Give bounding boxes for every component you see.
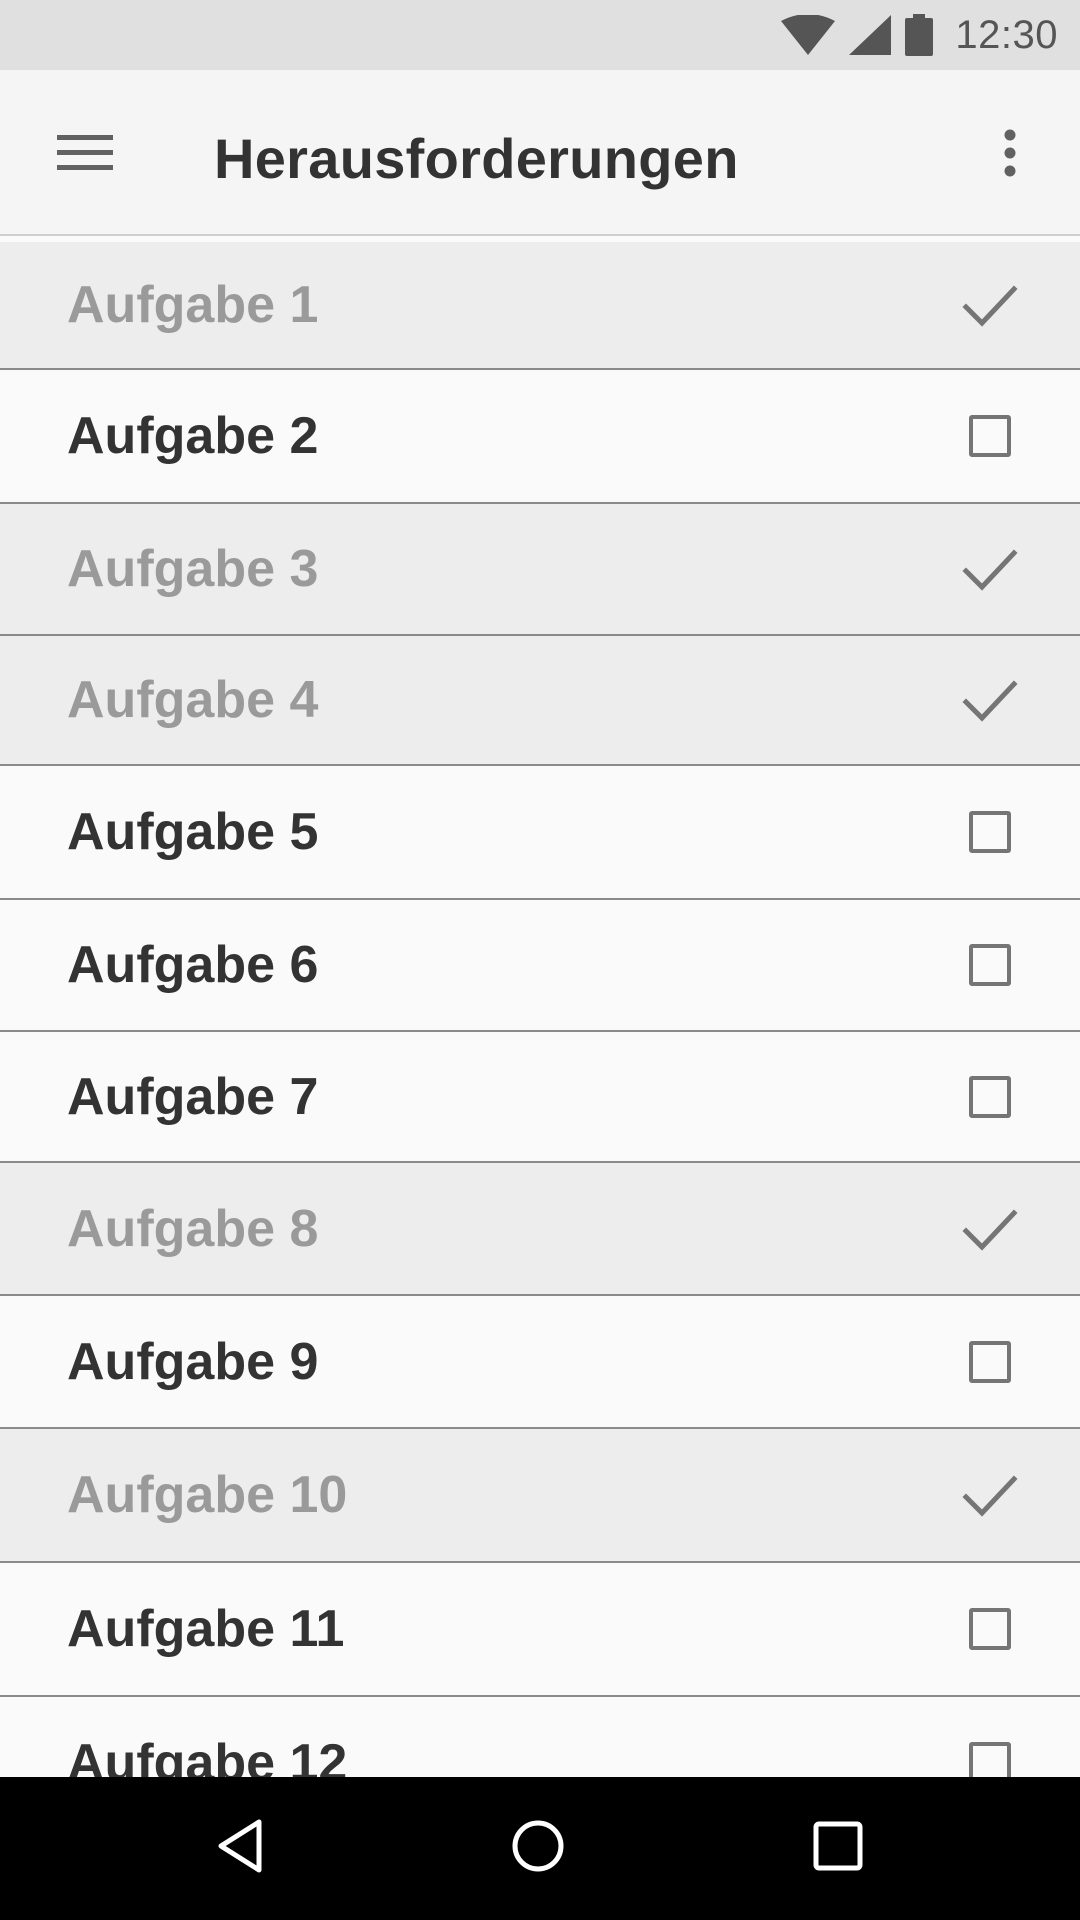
task-label: Aufgabe 5	[67, 803, 319, 861]
wifi-icon	[781, 15, 836, 55]
task-label: Aufgabe 6	[67, 936, 319, 994]
menu-button[interactable]	[40, 110, 130, 200]
hamburger-menu-icon	[57, 133, 113, 178]
status-time: 12:30	[955, 12, 1058, 57]
task-row[interactable]: Aufgabe 3	[0, 504, 1080, 636]
task-row[interactable]: Aufgabe 10	[0, 1429, 1080, 1563]
task-row[interactable]: Aufgabe 11	[0, 1563, 1080, 1697]
battery-icon	[905, 14, 934, 56]
task-row[interactable]: Aufgabe 4	[0, 636, 1080, 766]
task-row[interactable]: Aufgabe 1	[0, 242, 1080, 370]
home-icon	[510, 1818, 566, 1879]
task-row[interactable]: Aufgabe 2	[0, 370, 1080, 504]
task-list[interactable]: Aufgabe 1 Aufgabe 2 Aufgabe 3 Aufgabe 4 Aufg…	[0, 242, 1080, 1777]
navigation-bar	[0, 1777, 1080, 1920]
checkbox-empty-icon	[969, 1075, 1011, 1118]
checkbox-empty-icon	[969, 944, 1011, 986]
cell-signal-icon	[849, 15, 892, 55]
check-icon[interactable]	[960, 275, 1020, 335]
task-row[interactable]: Aufgabe 5	[0, 766, 1080, 900]
check-icon[interactable]	[960, 1465, 1020, 1525]
recents-button[interactable]	[768, 1777, 908, 1920]
back-button[interactable]	[170, 1777, 310, 1920]
checkbox-empty-icon	[969, 1608, 1011, 1650]
check-icon[interactable]	[960, 670, 1020, 730]
back-icon	[215, 1818, 265, 1879]
checkbox-empty-icon	[969, 811, 1011, 853]
checkbox[interactable]	[960, 802, 1020, 862]
more-vert-icon	[1003, 129, 1017, 182]
task-label: Aufgabe 3	[67, 540, 319, 598]
checkbox[interactable]	[960, 1733, 1020, 1777]
page-title: Herausforderungen	[214, 127, 739, 190]
task-label: Aufgabe 1	[67, 276, 319, 334]
task-row[interactable]: Aufgabe 7	[0, 1032, 1080, 1163]
status-icons: 12:30	[781, 0, 1058, 70]
checkbox[interactable]	[960, 935, 1020, 995]
task-label: Aufgabe 2	[67, 407, 319, 465]
task-label: Aufgabe 9	[67, 1332, 319, 1391]
task-row[interactable]: Aufgabe 8	[0, 1163, 1080, 1296]
checkbox[interactable]	[960, 1599, 1020, 1659]
task-label: Aufgabe 11	[67, 1600, 345, 1658]
checkbox[interactable]	[960, 1332, 1020, 1392]
checkbox[interactable]	[960, 406, 1020, 466]
task-row[interactable]: Aufgabe 12	[0, 1697, 1080, 1777]
check-icon[interactable]	[960, 1199, 1020, 1259]
task-label: Aufgabe 12	[67, 1734, 348, 1777]
task-label: Aufgabe 8	[67, 1199, 319, 1258]
task-label: Aufgabe 10	[67, 1466, 348, 1524]
recents-icon	[813, 1821, 863, 1876]
checkbox-empty-icon	[969, 415, 1011, 457]
task-row[interactable]: Aufgabe 9	[0, 1296, 1080, 1429]
app-toolbar: Herausforderungen	[0, 70, 1080, 236]
checkbox-empty-icon	[969, 1340, 1011, 1383]
checkbox[interactable]	[960, 1067, 1020, 1127]
status-bar: 12:30	[0, 0, 1080, 70]
checkbox-empty-icon	[969, 1742, 1011, 1777]
task-label: Aufgabe 4	[67, 671, 319, 729]
task-label: Aufgabe 7	[67, 1067, 319, 1126]
home-button[interactable]	[468, 1777, 608, 1920]
check-icon[interactable]	[960, 539, 1020, 599]
overflow-menu-button[interactable]	[970, 110, 1050, 200]
task-row[interactable]: Aufgabe 6	[0, 900, 1080, 1032]
